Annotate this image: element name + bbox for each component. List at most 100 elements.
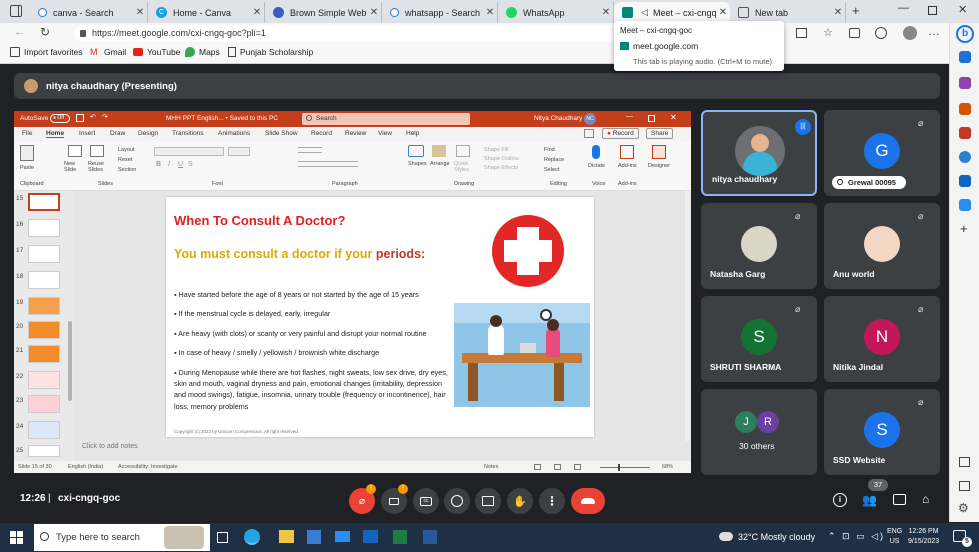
taskbar-search-box[interactable]: Type here to search xyxy=(34,524,210,551)
menu-insert[interactable]: Insert xyxy=(79,130,95,137)
send-icon[interactable] xyxy=(959,199,971,211)
system-tray-icons[interactable]: ⌃ ⊡ ▭ ◁) xyxy=(828,531,885,542)
menu-review[interactable]: Review xyxy=(345,130,366,137)
participant-tile-others[interactable]: J R 30 others xyxy=(701,389,817,475)
present-button[interactable] xyxy=(475,488,501,514)
shape-outline-button[interactable]: Shape Outline xyxy=(484,156,519,162)
task-view-icon[interactable] xyxy=(217,532,228,543)
slide-thumbnail[interactable] xyxy=(28,297,60,315)
new-tab-button[interactable]: + xyxy=(852,3,860,18)
font-size-box[interactable] xyxy=(228,147,250,156)
slide-thumbnail[interactable] xyxy=(28,421,60,439)
reset-button[interactable]: Reset xyxy=(118,157,132,163)
participant-tile-ssd[interactable]: ⌀ S SSD Website xyxy=(824,389,940,475)
quick-styles-icon[interactable] xyxy=(456,145,470,157)
file-explorer-icon[interactable] xyxy=(279,530,294,543)
drop-icon[interactable] xyxy=(959,151,971,163)
slide-thumbnail[interactable] xyxy=(28,245,60,263)
sidebar-layout-icon[interactable] xyxy=(959,457,970,467)
reactions-button[interactable] xyxy=(444,488,470,514)
slide-thumbnail[interactable] xyxy=(28,445,60,457)
captions-button[interactable]: cc xyxy=(413,488,439,514)
ppt-search-box[interactable]: Search xyxy=(302,113,470,125)
tab-meet[interactable]: ◁ Meet – cxi-cngq-gc ✕ xyxy=(614,2,730,23)
comments-icon[interactable] xyxy=(584,129,594,138)
extensions-icon[interactable] xyxy=(875,27,887,39)
participant-tile-shruti[interactable]: ⌀ S SHRUTI SHARMA xyxy=(701,296,817,382)
bookmark-youtube[interactable]: YouTube xyxy=(133,47,180,57)
ppt-minimize-button[interactable]: — xyxy=(626,113,633,120)
dictate-button[interactable]: Dictate xyxy=(588,163,605,169)
ppt-maximize-button[interactable] xyxy=(648,115,655,122)
workspaces-icon[interactable] xyxy=(14,5,19,17)
ppt-user-avatar[interactable]: NC xyxy=(584,113,596,125)
shopping-icon[interactable] xyxy=(959,51,971,63)
split-screen-icon[interactable] xyxy=(796,28,807,38)
reuse-slides-icon[interactable] xyxy=(90,145,104,157)
close-icon[interactable]: ✕ xyxy=(250,7,264,18)
slide-thumbnail[interactable] xyxy=(28,321,60,339)
select-button[interactable]: Select xyxy=(544,167,559,173)
tab-new-tab[interactable]: New tab ✕ xyxy=(730,2,846,23)
participant-tile-grewal[interactable]: ⌀ G Grewal 00095 xyxy=(824,110,940,196)
menu-help[interactable]: Help xyxy=(406,130,419,137)
zoom-slider[interactable] xyxy=(600,467,650,468)
slide-thumbnail[interactable] xyxy=(28,193,60,211)
leave-call-button[interactable] xyxy=(571,488,605,514)
url-field[interactable]: https://meet.google.com/cxi-cngq-goc?pli… xyxy=(74,25,704,42)
shapes-button[interactable]: Shapes xyxy=(408,161,427,167)
slide-thumbnail[interactable] xyxy=(28,371,60,389)
mail-icon[interactable] xyxy=(335,531,350,542)
close-icon[interactable]: ✕ xyxy=(716,7,730,18)
refresh-icon[interactable]: ↻ xyxy=(40,25,50,39)
notes-placeholder[interactable]: Click to add notes xyxy=(82,443,138,450)
tab-whatsapp[interactable]: WhatsApp ✕ xyxy=(498,2,614,23)
quick-styles-button[interactable]: Quick Styles xyxy=(454,161,476,173)
menu-transitions[interactable]: Transitions xyxy=(172,130,204,137)
favorites-icon[interactable]: ☆ xyxy=(823,26,833,39)
reading-view-icon[interactable] xyxy=(574,464,581,470)
shapes-icon[interactable] xyxy=(408,145,424,157)
strikethrough-icon[interactable]: S xyxy=(188,161,193,168)
word-icon[interactable] xyxy=(423,530,437,544)
thumbnail-scrollbar[interactable] xyxy=(68,321,72,401)
menu-file[interactable]: File xyxy=(22,130,32,137)
menu-view[interactable]: View xyxy=(378,130,392,137)
find-button[interactable]: Find xyxy=(544,147,555,153)
close-icon[interactable]: ✕ xyxy=(133,7,147,18)
new-slide-icon[interactable] xyxy=(68,145,82,157)
store-icon[interactable] xyxy=(307,530,321,544)
close-icon[interactable]: ✕ xyxy=(367,7,381,18)
maximize-button[interactable] xyxy=(928,6,937,15)
weather-text[interactable]: 32°C Mostly cloudy xyxy=(738,532,815,542)
sorter-view-icon[interactable] xyxy=(554,464,561,470)
record-button[interactable]: ● Record xyxy=(602,128,639,139)
layout-button[interactable]: Layout xyxy=(118,147,135,153)
participant-tile-nitya[interactable]: ||| nitya chaudhary xyxy=(701,110,817,196)
bookmark-gmail[interactable]: M Gmail xyxy=(90,47,126,57)
status-language[interactable]: English (India) xyxy=(68,464,103,470)
more-icon[interactable]: … xyxy=(928,24,940,38)
share-button[interactable]: Share xyxy=(646,128,674,139)
input-language[interactable]: ENG US xyxy=(887,527,902,547)
raise-hand-button[interactable]: ✋ xyxy=(507,488,533,514)
tab-canva-search[interactable]: canva - Search ✕ xyxy=(30,2,148,23)
close-icon[interactable]: ✕ xyxy=(599,7,613,18)
zoom-thumb[interactable] xyxy=(618,464,620,471)
minimize-button[interactable]: — xyxy=(898,2,909,14)
save-icon[interactable] xyxy=(76,114,84,122)
chat-icon[interactable] xyxy=(893,494,906,505)
add-icon[interactable]: + xyxy=(960,221,968,236)
new-slide-button[interactable]: New Slide xyxy=(64,161,86,173)
excel-icon[interactable] xyxy=(393,530,407,544)
section-button[interactable]: Section xyxy=(118,167,136,173)
designer-icon[interactable] xyxy=(652,145,666,159)
undo-icon[interactable]: ↶ xyxy=(90,113,96,121)
edge-taskbar-icon[interactable] xyxy=(244,529,260,545)
bullets-icon[interactable] xyxy=(298,147,322,153)
bookmark-import-favorites[interactable]: Import favorites xyxy=(10,47,83,57)
clock[interactable]: 12:26 PM 9/15/2023 xyxy=(908,527,939,547)
add-ins-icon[interactable] xyxy=(620,145,634,159)
windows-start-icon[interactable] xyxy=(10,531,23,544)
shape-fill-button[interactable]: Shape Fill xyxy=(484,147,508,153)
